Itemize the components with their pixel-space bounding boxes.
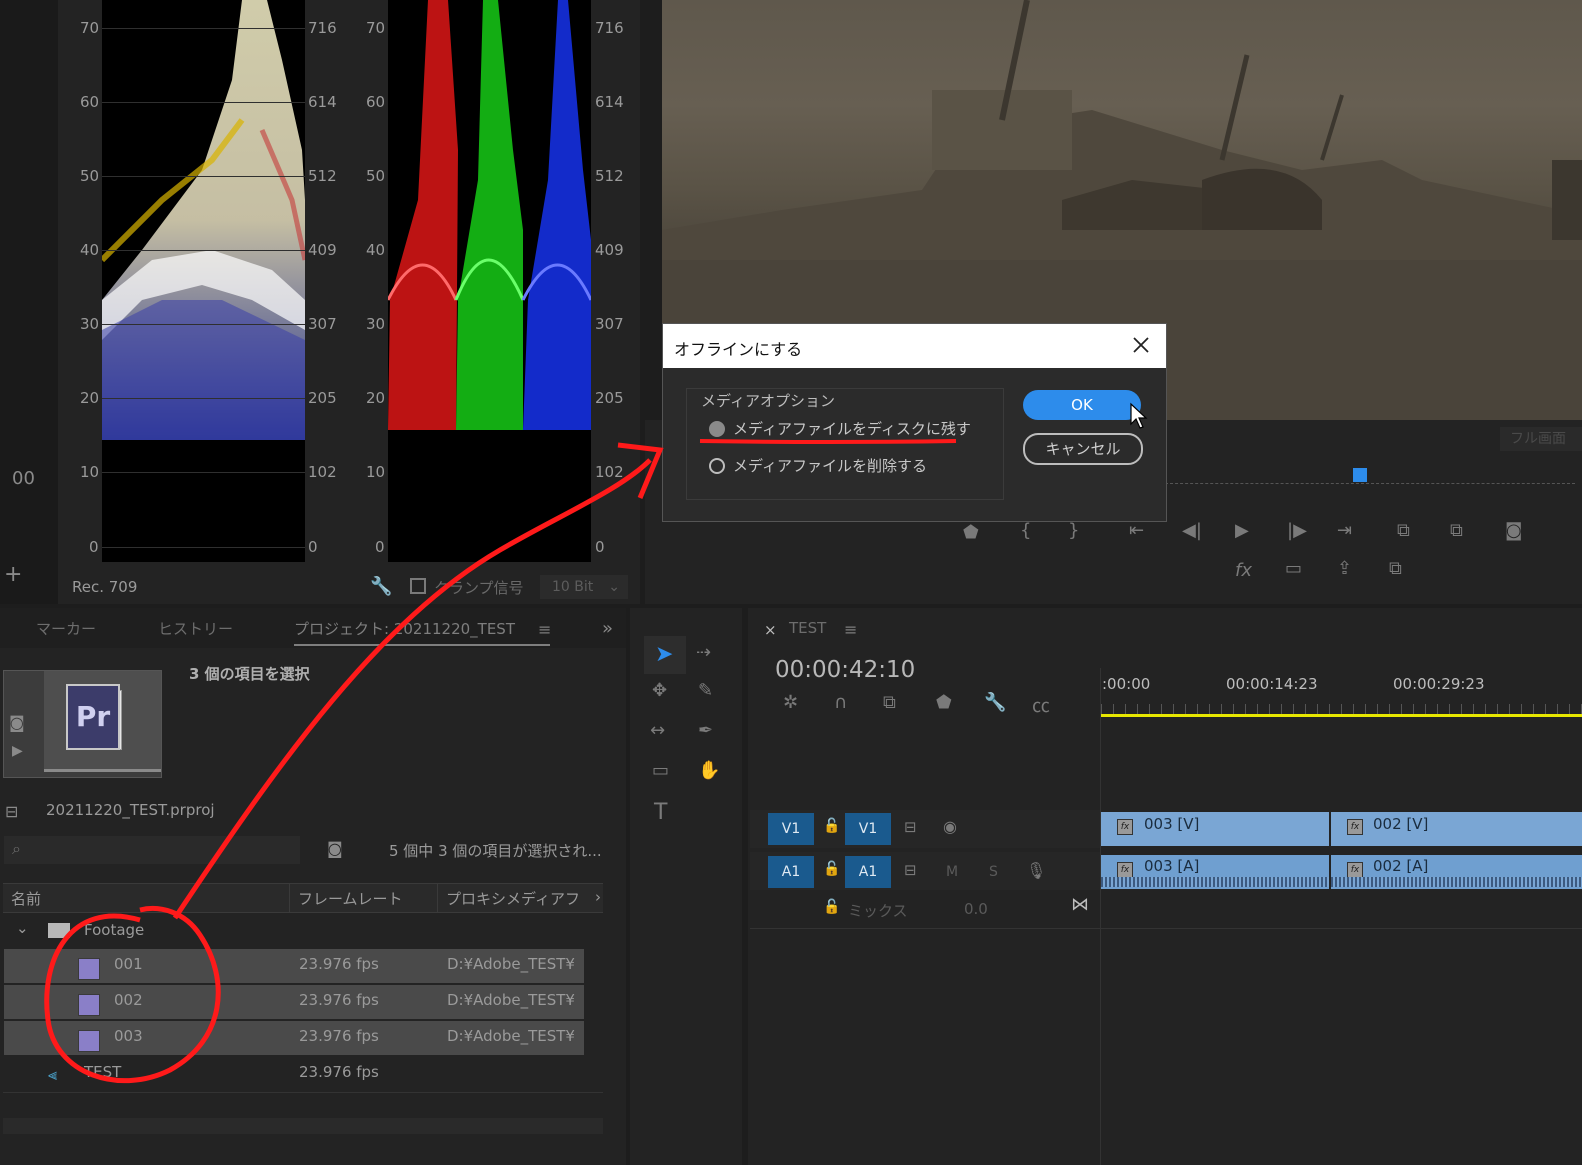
circle-annotation [44,905,221,1084]
arrow-curve-annotation [172,458,652,920]
red-annotation-overlay [44,439,957,1084]
underline-annotation [699,439,957,444]
